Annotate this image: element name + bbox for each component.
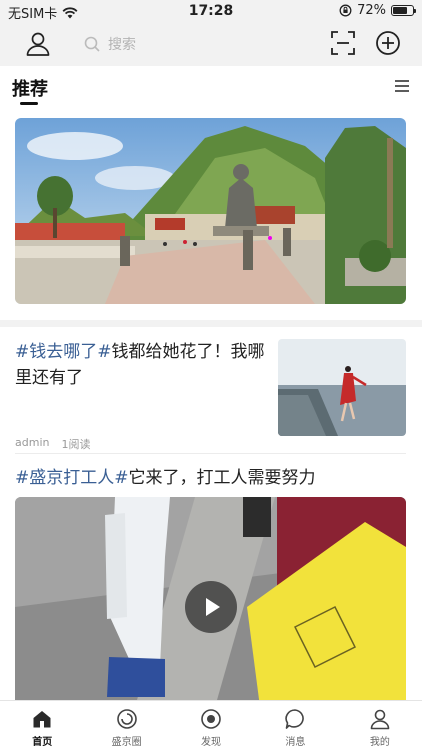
category-tab-bar: 推荐: [0, 66, 422, 110]
article-meta: admin 1阅读: [15, 436, 90, 452]
content-feed: #钱去哪了#钱都给她花了！我哪里还有了 admin 1阅读 #盛京打工人#它来了…: [0, 327, 422, 700]
temple-landscape-image: [15, 118, 406, 304]
article-read-count: 1阅读: [61, 438, 91, 451]
play-button[interactable]: [185, 581, 237, 633]
nav-label-messages: 消息: [285, 737, 306, 748]
tab-recommended[interactable]: 推荐: [12, 75, 48, 101]
article-author: admin: [15, 436, 50, 449]
section-divider: [0, 320, 422, 327]
search-icon: [84, 36, 100, 52]
video-topic-tag[interactable]: #盛京打工人#: [15, 468, 129, 488]
bottom-navigation: 首页 盛京圈 发现 消息 我的: [0, 700, 422, 750]
add-button[interactable]: [374, 29, 402, 57]
home-icon: [33, 711, 51, 728]
search-input[interactable]: 搜索: [80, 30, 300, 58]
menu-icon: [395, 80, 409, 92]
scan-button[interactable]: [330, 30, 356, 56]
video-title-text: 它来了，打工人需要努力: [128, 468, 316, 488]
tab-indicator: [20, 102, 38, 105]
nav-item-discover[interactable]: 发现: [169, 701, 253, 750]
video-post-title: #盛京打工人#它来了，打工人需要努力: [15, 465, 406, 491]
nav-label-discover: 发现: [201, 737, 222, 748]
user-icon: [26, 32, 50, 56]
article-topic-tag[interactable]: #钱去哪了#: [15, 342, 112, 362]
play-icon: [206, 598, 220, 616]
nav-item-home[interactable]: 首页: [0, 701, 84, 750]
orientation-lock-icon: [339, 4, 352, 17]
nav-label-profile: 我的: [369, 737, 390, 748]
circle-icon: [116, 709, 137, 729]
top-bar: 搜索: [0, 22, 422, 66]
article-thumbnail[interactable]: [278, 339, 406, 436]
feed-separator: [15, 453, 406, 454]
message-icon: [285, 709, 305, 729]
nav-label-circle: 盛京圈: [111, 737, 142, 748]
nav-item-profile[interactable]: 我的: [338, 701, 422, 750]
banner-section: [0, 110, 422, 320]
banner-image[interactable]: [15, 118, 406, 304]
scan-icon: [331, 31, 355, 55]
article-card[interactable]: #钱去哪了#钱都给她花了！我哪里还有了 admin 1阅读: [15, 339, 406, 451]
user-button[interactable]: [24, 30, 52, 58]
battery-icon: [391, 5, 416, 16]
profile-icon: [370, 709, 390, 730]
seaside-woman-image: [278, 339, 406, 436]
nav-item-circle[interactable]: 盛京圈: [84, 701, 168, 750]
battery-percent: 72%: [357, 3, 386, 18]
search-placeholder: 搜索: [108, 37, 136, 53]
plus-circle-icon: [376, 31, 400, 55]
nav-label-home: 首页: [32, 737, 53, 748]
status-right: 72%: [339, 3, 416, 18]
category-menu-button[interactable]: [394, 78, 410, 92]
status-bar: 无SIM卡 17:28 72%: [0, 0, 422, 22]
video-player[interactable]: [15, 497, 406, 700]
article-title: #钱去哪了#钱都给她花了！我哪里还有了: [15, 339, 267, 391]
nav-item-messages[interactable]: 消息: [253, 701, 337, 750]
discover-icon: [201, 709, 221, 729]
